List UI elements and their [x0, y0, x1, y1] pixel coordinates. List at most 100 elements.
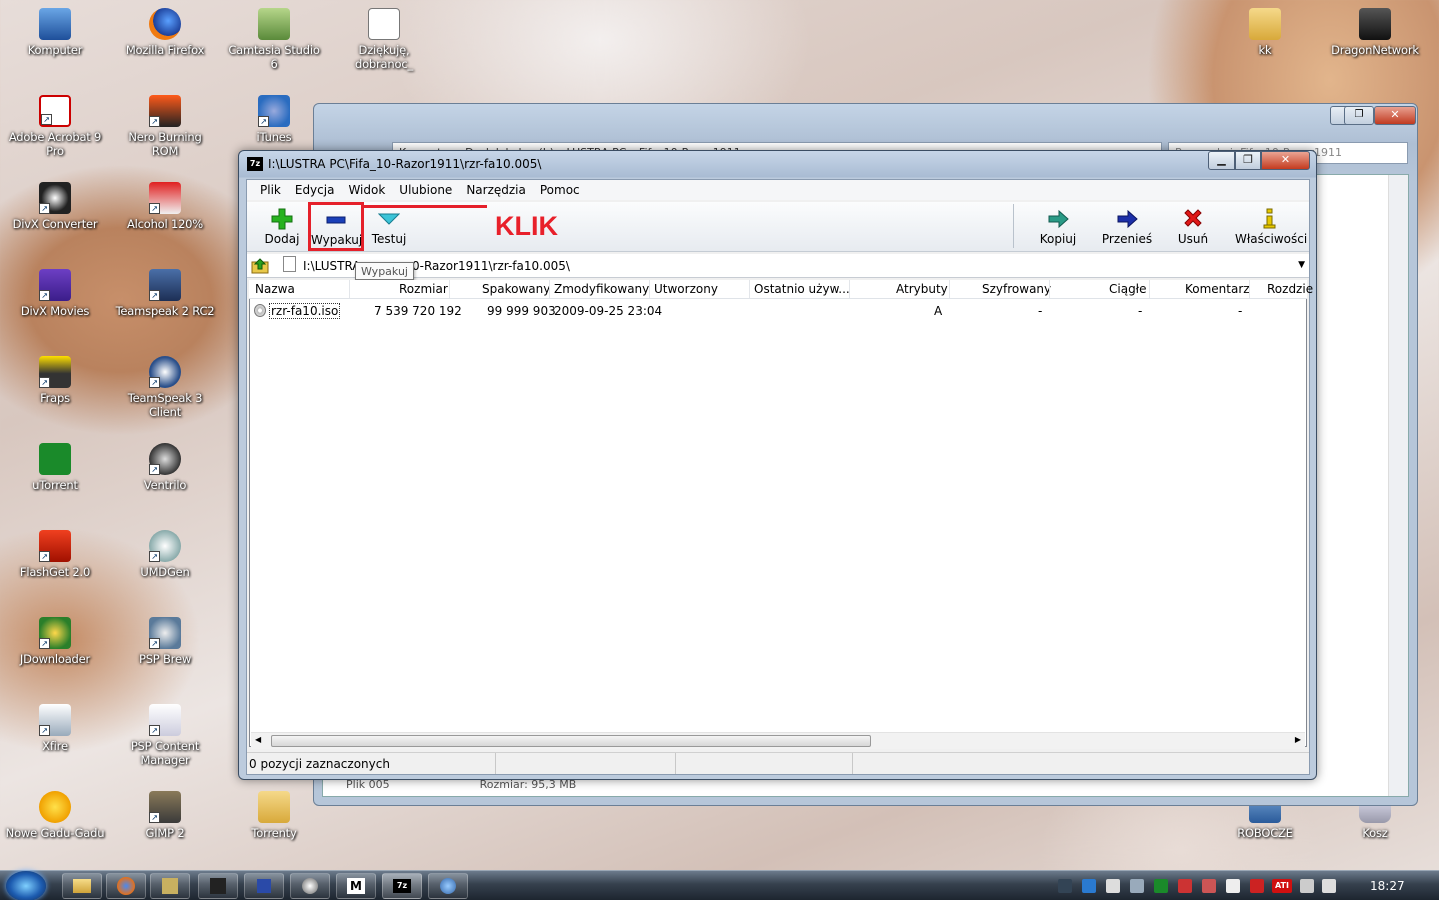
- horizontal-scrollbar[interactable]: ◀ ▶: [251, 732, 1305, 749]
- tray-icon-1[interactable]: [1058, 879, 1072, 893]
- tray-icon-7[interactable]: [1202, 879, 1216, 893]
- col-szyfrowany[interactable]: Szyfrowany: [982, 282, 1051, 296]
- address-text-left: I:\LUSTRA: [303, 259, 361, 273]
- col-utworzony[interactable]: Utworzony: [654, 282, 718, 296]
- taskbar-explorer[interactable]: [62, 873, 102, 899]
- move-button[interactable]: Przenieś: [1099, 204, 1155, 250]
- file-list[interactable]: [249, 280, 1307, 747]
- desktop-icon-gadu-gadu[interactable]: Nowe Gadu-Gadu: [5, 791, 105, 840]
- taskbar-ventrilo[interactable]: [290, 873, 330, 899]
- add-button[interactable]: Dodaj: [261, 204, 303, 250]
- tray-icon-2[interactable]: [1082, 879, 1096, 893]
- desktop-icon-alcohol[interactable]: ↗ Alcohol 120%: [115, 182, 215, 231]
- close-icon[interactable]: ✕: [1374, 106, 1416, 125]
- taskbar-m-app[interactable]: M: [336, 873, 376, 899]
- menu-ulubione[interactable]: Ulubione: [392, 183, 459, 197]
- start-button[interactable]: [6, 871, 46, 900]
- desktop-icon-utorrent[interactable]: uTorrent: [5, 443, 105, 492]
- desktop-icon-umdgen[interactable]: ↗ UMDGen: [115, 530, 215, 579]
- desktop-icon-firefox[interactable]: Mozilla Firefox: [115, 8, 215, 57]
- taskbar-firefox[interactable]: [106, 873, 146, 899]
- menu-pomoc[interactable]: Pomoc: [533, 183, 587, 197]
- desktop-icon-fraps[interactable]: ↗ Fraps: [5, 356, 105, 405]
- menu-widok[interactable]: Widok: [341, 183, 392, 197]
- taskbar-flashget[interactable]: [150, 873, 190, 899]
- taskbar-save[interactable]: [244, 873, 284, 899]
- maximize-icon[interactable]: ❐: [1344, 106, 1374, 125]
- firefox-icon: [117, 877, 135, 895]
- chevron-down-icon[interactable]: ▼: [1298, 260, 1305, 270]
- desktop-icon-kk[interactable]: kk: [1215, 8, 1315, 57]
- extract-button[interactable]: Wypakuj: [308, 202, 364, 251]
- scroll-thumb[interactable]: [271, 735, 871, 747]
- address-text-right: 0-Razor1911\rzr-fa10.005\: [412, 259, 570, 273]
- scroll-right-icon[interactable]: ▶: [1295, 735, 1301, 744]
- desktop-icon-psp-brew[interactable]: ↗ PSP Brew: [115, 617, 215, 666]
- desktop-icon-divx-converter[interactable]: ↗ DivX Converter: [5, 182, 105, 231]
- clock[interactable]: 18:27: [1370, 879, 1405, 893]
- desktop-icon-divx-movies[interactable]: ↗ DivX Movies: [5, 269, 105, 318]
- menu-narzedzia[interactable]: Narzędzia: [459, 183, 533, 197]
- desktop-icon-dragonnetwork[interactable]: DragonNetwork: [1325, 8, 1425, 57]
- desktop-icon-camtasia[interactable]: Camtasia Studio 6: [224, 8, 324, 71]
- table-row[interactable]: rzr-fa10.iso 7 539 720 192 99 999 903 20…: [249, 302, 1307, 320]
- col-rozmiar[interactable]: Rozmiar: [399, 282, 448, 296]
- info-icon: [1259, 208, 1281, 230]
- scrollbar[interactable]: [1388, 175, 1408, 796]
- properties-button[interactable]: Właściwości: [1235, 204, 1307, 250]
- delete-button[interactable]: Usuń: [1173, 204, 1213, 250]
- taskbar-7zip[interactable]: 7z: [382, 873, 422, 899]
- desktop-icon-flashget[interactable]: ↗ FlashGet 2.0: [5, 530, 105, 579]
- 7zip-window[interactable]: 7z I:\LUSTRA PC\Fifa_10-Razor1911\rzr-fa…: [238, 150, 1317, 780]
- copy-button[interactable]: Kopiuj: [1032, 204, 1084, 250]
- desktop-icon-jdownloader[interactable]: ↗ JDownloader: [5, 617, 105, 666]
- network-icon: [440, 878, 456, 894]
- desktop-icon-itunes[interactable]: ↗ iTunes: [224, 95, 324, 144]
- tray-icon-utorrent[interactable]: [1154, 879, 1168, 893]
- desktop-icon-acrobat[interactable]: ↗ Adobe Acrobat 9 Pro: [5, 95, 105, 158]
- taskbar-network[interactable]: [428, 873, 468, 899]
- cell-solid: -: [1138, 304, 1143, 318]
- desktop-icon-komputer[interactable]: Komputer: [5, 8, 105, 57]
- desktop-icon-xfire[interactable]: ↗ Xfire: [5, 704, 105, 753]
- desktop-icon-psp-content-manager[interactable]: ↗ PSP Content Manager: [115, 704, 215, 767]
- col-spakowany[interactable]: Spakowany: [482, 282, 550, 296]
- list-header: Nazwa Rozmiar Spakowany Zmodyfikowany Ut…: [249, 280, 1313, 299]
- col-ciagle[interactable]: Ciągłe: [1109, 282, 1146, 296]
- psp-content-manager-icon: ↗: [149, 704, 181, 736]
- up-folder-icon[interactable]: [251, 257, 269, 275]
- cell-encrypted: -: [1038, 304, 1043, 318]
- maximize-button[interactable]: ❐: [1235, 151, 1261, 170]
- taskbar-dragon[interactable]: [198, 873, 238, 899]
- scroll-left-icon[interactable]: ◀: [255, 735, 261, 744]
- tray-icon-4[interactable]: [1130, 879, 1144, 893]
- tray-icon-6[interactable]: [1178, 879, 1192, 893]
- ati-icon[interactable]: ATI: [1272, 879, 1292, 893]
- desktop-icon-nero[interactable]: ↗ Nero Burning ROM: [115, 95, 215, 158]
- address-bar[interactable]: I:\LUSTRA 0-Razor1911\rzr-fa10.005\ ▼ Wy…: [247, 254, 1309, 280]
- tray-icon-3[interactable]: [1106, 879, 1120, 893]
- test-button[interactable]: Testuj: [369, 204, 409, 250]
- desktop-icon-teamspeak2[interactable]: ↗ Teamspeak 2 RC2: [115, 269, 215, 318]
- teamspeak3-icon: ↗: [149, 356, 181, 388]
- desktop-icon-torrenty[interactable]: Torrenty: [224, 791, 324, 840]
- tray-icon-9[interactable]: [1250, 879, 1264, 893]
- col-zmodyfikowany[interactable]: Zmodyfikowany: [554, 282, 649, 296]
- col-atrybuty[interactable]: Atrybuty: [896, 282, 948, 296]
- menu-edycja[interactable]: Edycja: [288, 183, 342, 197]
- col-rozdzielacz[interactable]: Rozdzie: [1267, 282, 1313, 296]
- desktop-icon-flv-file[interactable]: Dziękuję, dobranoc_: [334, 8, 434, 71]
- col-komentarz[interactable]: Komentarz: [1185, 282, 1250, 296]
- menu-plik[interactable]: Plik: [253, 183, 288, 197]
- close-button[interactable]: ✕: [1261, 151, 1310, 170]
- tray-icon-8[interactable]: [1226, 879, 1240, 893]
- title-bar[interactable]: 7z I:\LUSTRA PC\Fifa_10-Razor1911\rzr-fa…: [247, 155, 541, 173]
- desktop-icon-ventrilo[interactable]: ↗ Ventrilo: [115, 443, 215, 492]
- desktop-icon-teamspeak3[interactable]: ↗ TeamSpeak 3 Client: [115, 356, 215, 419]
- col-nazwa[interactable]: Nazwa: [255, 282, 295, 296]
- col-ostatnio-uzywany[interactable]: Ostatnio używ...: [754, 282, 850, 296]
- desktop-icon-gimp[interactable]: ↗ GIMP 2: [115, 791, 215, 840]
- network-tray-icon[interactable]: [1300, 879, 1314, 893]
- minimize-button[interactable]: ▁: [1208, 151, 1235, 170]
- volume-icon[interactable]: [1322, 879, 1336, 893]
